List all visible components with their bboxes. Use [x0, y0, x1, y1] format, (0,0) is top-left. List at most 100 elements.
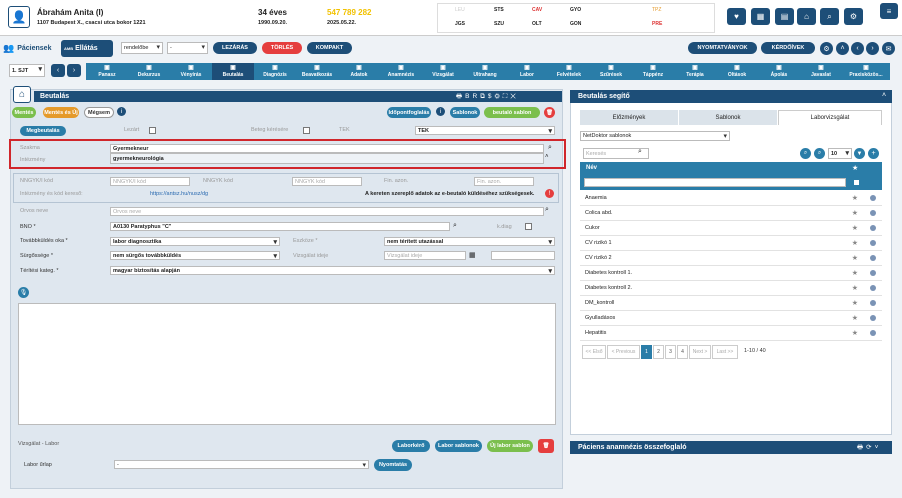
chat-icon[interactable]: ✉	[882, 42, 895, 55]
doctor-search-icon[interactable]: ⌕	[545, 206, 549, 214]
pager-page-3[interactable]: 3	[665, 345, 676, 359]
delete-button[interactable]: TÖRLÉS	[262, 42, 302, 54]
new-lab-template-button[interactable]: Új labor sablon	[487, 440, 533, 452]
details-icon[interactable]	[870, 300, 876, 306]
delete-referral-button[interactable]: 🗑	[544, 107, 555, 118]
ereferral-info-icon[interactable]: !	[545, 189, 554, 198]
list-item[interactable]: Hepatitis ★	[580, 326, 882, 341]
lab-code-LEU[interactable]: LEU	[455, 7, 465, 13]
lab-code-TPZ[interactable]: TPZ	[652, 7, 661, 13]
details-icon[interactable]	[870, 225, 876, 231]
details-icon[interactable]	[870, 270, 876, 276]
lab-print-button[interactable]: Nyomtatás	[374, 459, 412, 471]
search-icon[interactable]: ⌕	[820, 8, 839, 25]
list-item[interactable]: Diabetes kontroll 2. ★	[580, 281, 882, 296]
cancel-button[interactable]: Mégsem	[84, 107, 114, 118]
document-icon[interactable]: ▤	[775, 8, 794, 25]
helper-tab-templates[interactable]: Sablonok	[679, 110, 777, 125]
urgency-select[interactable]: nem sürgős továbbküldés	[110, 251, 280, 260]
print-forms-button[interactable]: NYOMTATVÁNYOK	[688, 42, 757, 54]
nngyki-input[interactable]: NNGYK/I kód	[110, 177, 190, 186]
close-icon[interactable]: ✕	[510, 93, 519, 100]
lab-code-PRE[interactable]: PRE	[652, 21, 662, 27]
details-icon[interactable]	[870, 330, 876, 336]
menu-icon[interactable]: ≡	[880, 3, 898, 19]
header-star-icon[interactable]: ★	[852, 164, 858, 172]
closed-checkbox[interactable]	[149, 127, 156, 134]
lab-templates-button[interactable]: Labor sablonok	[435, 440, 482, 452]
collapse-icon[interactable]: ˅	[875, 444, 882, 451]
pager-last[interactable]: Last >>	[712, 345, 738, 359]
tab-adatok[interactable]: ▣ Adatok	[338, 63, 380, 80]
calendar-icon[interactable]: ▦	[751, 8, 770, 25]
appointment-info-icon[interactable]: i	[436, 107, 445, 116]
lab-code-STS[interactable]: STS	[494, 7, 504, 13]
exam-time-input[interactable]: Vizsgálat ideje	[384, 251, 466, 260]
module-select[interactable]: 1. SJT	[9, 64, 45, 77]
copy-icon[interactable]: ⧉	[480, 93, 488, 100]
details-icon[interactable]	[870, 255, 876, 261]
care-tab[interactable]: AMB Ellátás	[61, 40, 113, 57]
star-icon[interactable]: ★	[852, 284, 858, 292]
star-icon[interactable]: ★	[852, 194, 858, 202]
details-icon[interactable]	[870, 285, 876, 291]
star-icon[interactable]: ★	[852, 254, 858, 262]
details-icon[interactable]	[870, 240, 876, 246]
tab-diagnozis[interactable]: ▣ Diagnózis	[254, 63, 296, 80]
name-column-header[interactable]: Név	[586, 165, 597, 171]
next-module-icon[interactable]: ›	[67, 64, 81, 77]
save-new-button[interactable]: Mentés és Új	[43, 107, 79, 118]
star-icon[interactable]: ★	[852, 209, 858, 217]
tab-anamnezis[interactable]: ▣ Anamnézis	[380, 63, 422, 80]
tab-venyiras[interactable]: ▣ Vényírás	[170, 63, 212, 80]
favorite-icon[interactable]: ♥	[727, 8, 746, 25]
pager-page-4[interactable]: 4	[677, 345, 688, 359]
tab-labor[interactable]: ▣ Labor	[506, 63, 548, 80]
list-item[interactable]: Colica abd. ★	[580, 206, 882, 221]
bno-search-icon[interactable]: ⌕	[453, 222, 457, 230]
zoom-out-icon[interactable]: ⌕	[814, 148, 825, 159]
institution-search-link[interactable]: https://antsz.hu/nusz/dg	[150, 191, 208, 197]
helper-collapse-icon[interactable]: ˄	[882, 92, 886, 99]
forward-reason-select[interactable]: labor diagnosztika	[110, 237, 280, 246]
star-filter-checkbox[interactable]	[854, 180, 859, 185]
list-item[interactable]: Cukor ★	[580, 221, 882, 236]
tab-ultrahang[interactable]: ▣ Ultrahang	[464, 63, 506, 80]
tab-oltasok[interactable]: ▣ Oltások	[716, 63, 758, 80]
avatar[interactable]: 👤	[8, 6, 30, 28]
lab-code-GON[interactable]: GON	[570, 21, 581, 27]
tek-select[interactable]: TEK	[415, 126, 555, 135]
star-icon[interactable]: ★	[852, 269, 858, 277]
second-select[interactable]: -	[167, 42, 208, 54]
bno-input[interactable]: A0130 Paratyphus "C"	[110, 222, 450, 231]
details-icon[interactable]	[870, 195, 876, 201]
order-select[interactable]: rendelőbe	[121, 42, 163, 54]
chevron-left-icon[interactable]: ‹	[851, 42, 864, 55]
compact-button[interactable]: KOMPAKT	[307, 42, 352, 54]
star-icon[interactable]: ★	[852, 314, 858, 322]
list-item[interactable]: CV rizikó 2 ★	[580, 251, 882, 266]
gear-icon[interactable]: ⚙	[494, 93, 502, 100]
exam-time-extra-input[interactable]	[491, 251, 555, 260]
tab-beavatkozas[interactable]: ▣ Beavatkozás	[296, 63, 338, 80]
filter-icon[interactable]: ▼	[854, 148, 865, 159]
prev-module-icon[interactable]: ‹	[51, 64, 65, 77]
nngyk-input[interactable]: NNGYK kód	[292, 177, 362, 186]
tab-javaslat[interactable]: ▣ Javaslat	[800, 63, 842, 80]
tab-felvetelek[interactable]: ▣ Felvételek	[548, 63, 590, 80]
add-icon[interactable]: +	[868, 148, 879, 159]
pager-previous[interactable]: < Previous	[607, 345, 640, 359]
pager-page-2[interactable]: 2	[653, 345, 664, 359]
tab-tappenz[interactable]: ▣ Táppénz	[632, 63, 674, 80]
star-icon[interactable]: ★	[852, 299, 858, 307]
notes-textarea[interactable]	[18, 303, 556, 425]
save-button[interactable]: Mentés	[12, 107, 36, 118]
tab-szuresek[interactable]: ▣ Szűrések	[590, 63, 632, 80]
chevron-up-icon[interactable]: ˄	[836, 42, 849, 55]
microphone-icon[interactable]: 🎙	[18, 287, 29, 298]
refresh-icon[interactable]: ⟳	[866, 444, 874, 451]
delete-lab-button[interactable]: 🗑	[538, 439, 554, 453]
pager-page-1[interactable]: 1	[641, 345, 652, 359]
zoom-in-icon[interactable]: ⌕	[800, 148, 811, 159]
doctor-input[interactable]: Orvos neve	[110, 207, 544, 216]
